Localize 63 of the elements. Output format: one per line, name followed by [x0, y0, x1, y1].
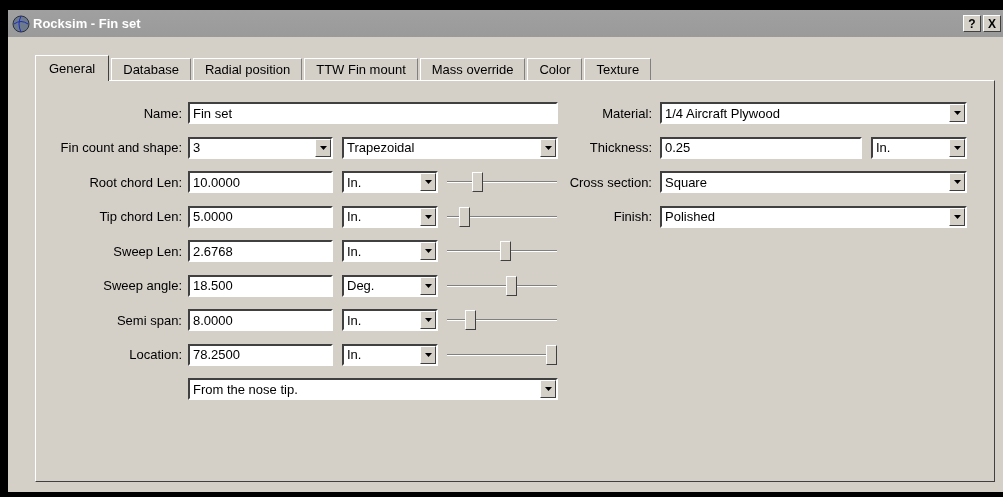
- field-label: Cross section:: [569, 174, 652, 190]
- field-label: Material:: [602, 105, 652, 121]
- unit-dropdown[interactable]: In.: [342, 240, 438, 263]
- caret-icon: [953, 111, 961, 116]
- value-field[interactable]: 8.0000: [188, 309, 333, 332]
- caret-icon: [319, 145, 327, 150]
- dropdown[interactable]: Polished: [660, 205, 967, 228]
- caret-icon: [953, 145, 961, 150]
- slider-thumb[interactable]: [471, 172, 483, 193]
- shape-dropdown[interactable]: Trapezoidal: [342, 136, 558, 159]
- close-button[interactable]: X: [983, 15, 1001, 32]
- slider-thumb[interactable]: [506, 275, 518, 296]
- name-field[interactable]: Fin set: [188, 102, 558, 125]
- field-label: Thickness:: [589, 140, 652, 156]
- slider-thumb[interactable]: [500, 241, 512, 262]
- unit-dropdown[interactable]: In.: [871, 136, 967, 159]
- caret-icon: [424, 283, 432, 288]
- tab[interactable]: Radial position: [192, 58, 303, 80]
- unit-dropdown[interactable]: In.: [342, 343, 438, 366]
- caret-icon: [424, 352, 432, 357]
- slider-thumb[interactable]: [458, 206, 470, 227]
- tab[interactable]: TTW Fin mount: [304, 58, 418, 80]
- field-label: Sweep Len:: [113, 243, 182, 259]
- reference-dropdown[interactable]: From the nose tip.: [188, 378, 558, 401]
- caret-icon: [953, 180, 961, 185]
- dropdown[interactable]: 1/4 Aircraft Plywood: [660, 102, 967, 125]
- thickness-field[interactable]: 0.25: [660, 136, 862, 159]
- globe-icon: [12, 14, 30, 33]
- caret-icon: [424, 249, 432, 254]
- caret-icon: [424, 318, 432, 323]
- field-label: Tip chord Len:: [99, 209, 182, 225]
- unit-dropdown[interactable]: In.: [342, 205, 438, 228]
- field-label: Finish:: [613, 209, 652, 225]
- caret-icon: [953, 214, 961, 219]
- value-field[interactable]: 5.0000: [188, 205, 333, 228]
- tab[interactable]: Mass override: [419, 58, 526, 80]
- help-button[interactable]: ?: [963, 15, 981, 32]
- field-label: Name:: [143, 105, 182, 121]
- count-dropdown[interactable]: 3: [188, 136, 333, 159]
- value-field[interactable]: 2.6768: [188, 240, 333, 263]
- unit-dropdown[interactable]: In.: [342, 171, 438, 194]
- slider-thumb[interactable]: [464, 310, 476, 331]
- value-field[interactable]: 10.0000: [188, 171, 333, 194]
- dropdown[interactable]: Square: [660, 171, 967, 194]
- unit-dropdown[interactable]: In.: [342, 309, 438, 332]
- caret-icon: [544, 387, 552, 392]
- field-label: Semi span:: [116, 312, 182, 328]
- caret-icon: [544, 145, 552, 150]
- value-field[interactable]: 18.500: [188, 274, 333, 297]
- window-title: Rocksim - Fin set: [33, 16, 141, 31]
- slider-thumb[interactable]: [546, 344, 557, 365]
- unit-dropdown[interactable]: Deg.: [342, 274, 438, 297]
- value-field[interactable]: 78.2500: [188, 343, 333, 366]
- field-label: Location:: [129, 347, 182, 363]
- tab[interactable]: Color: [527, 58, 583, 80]
- caret-icon: [424, 214, 432, 219]
- caret-icon: [424, 180, 432, 185]
- field-label: Root chord Len:: [89, 174, 182, 190]
- field-label: Fin count and shape:: [60, 140, 182, 156]
- tab[interactable]: General: [35, 55, 110, 81]
- field-label: Sweep angle:: [103, 278, 182, 294]
- tab[interactable]: Texture: [584, 58, 652, 80]
- tab[interactable]: Database: [111, 58, 191, 80]
